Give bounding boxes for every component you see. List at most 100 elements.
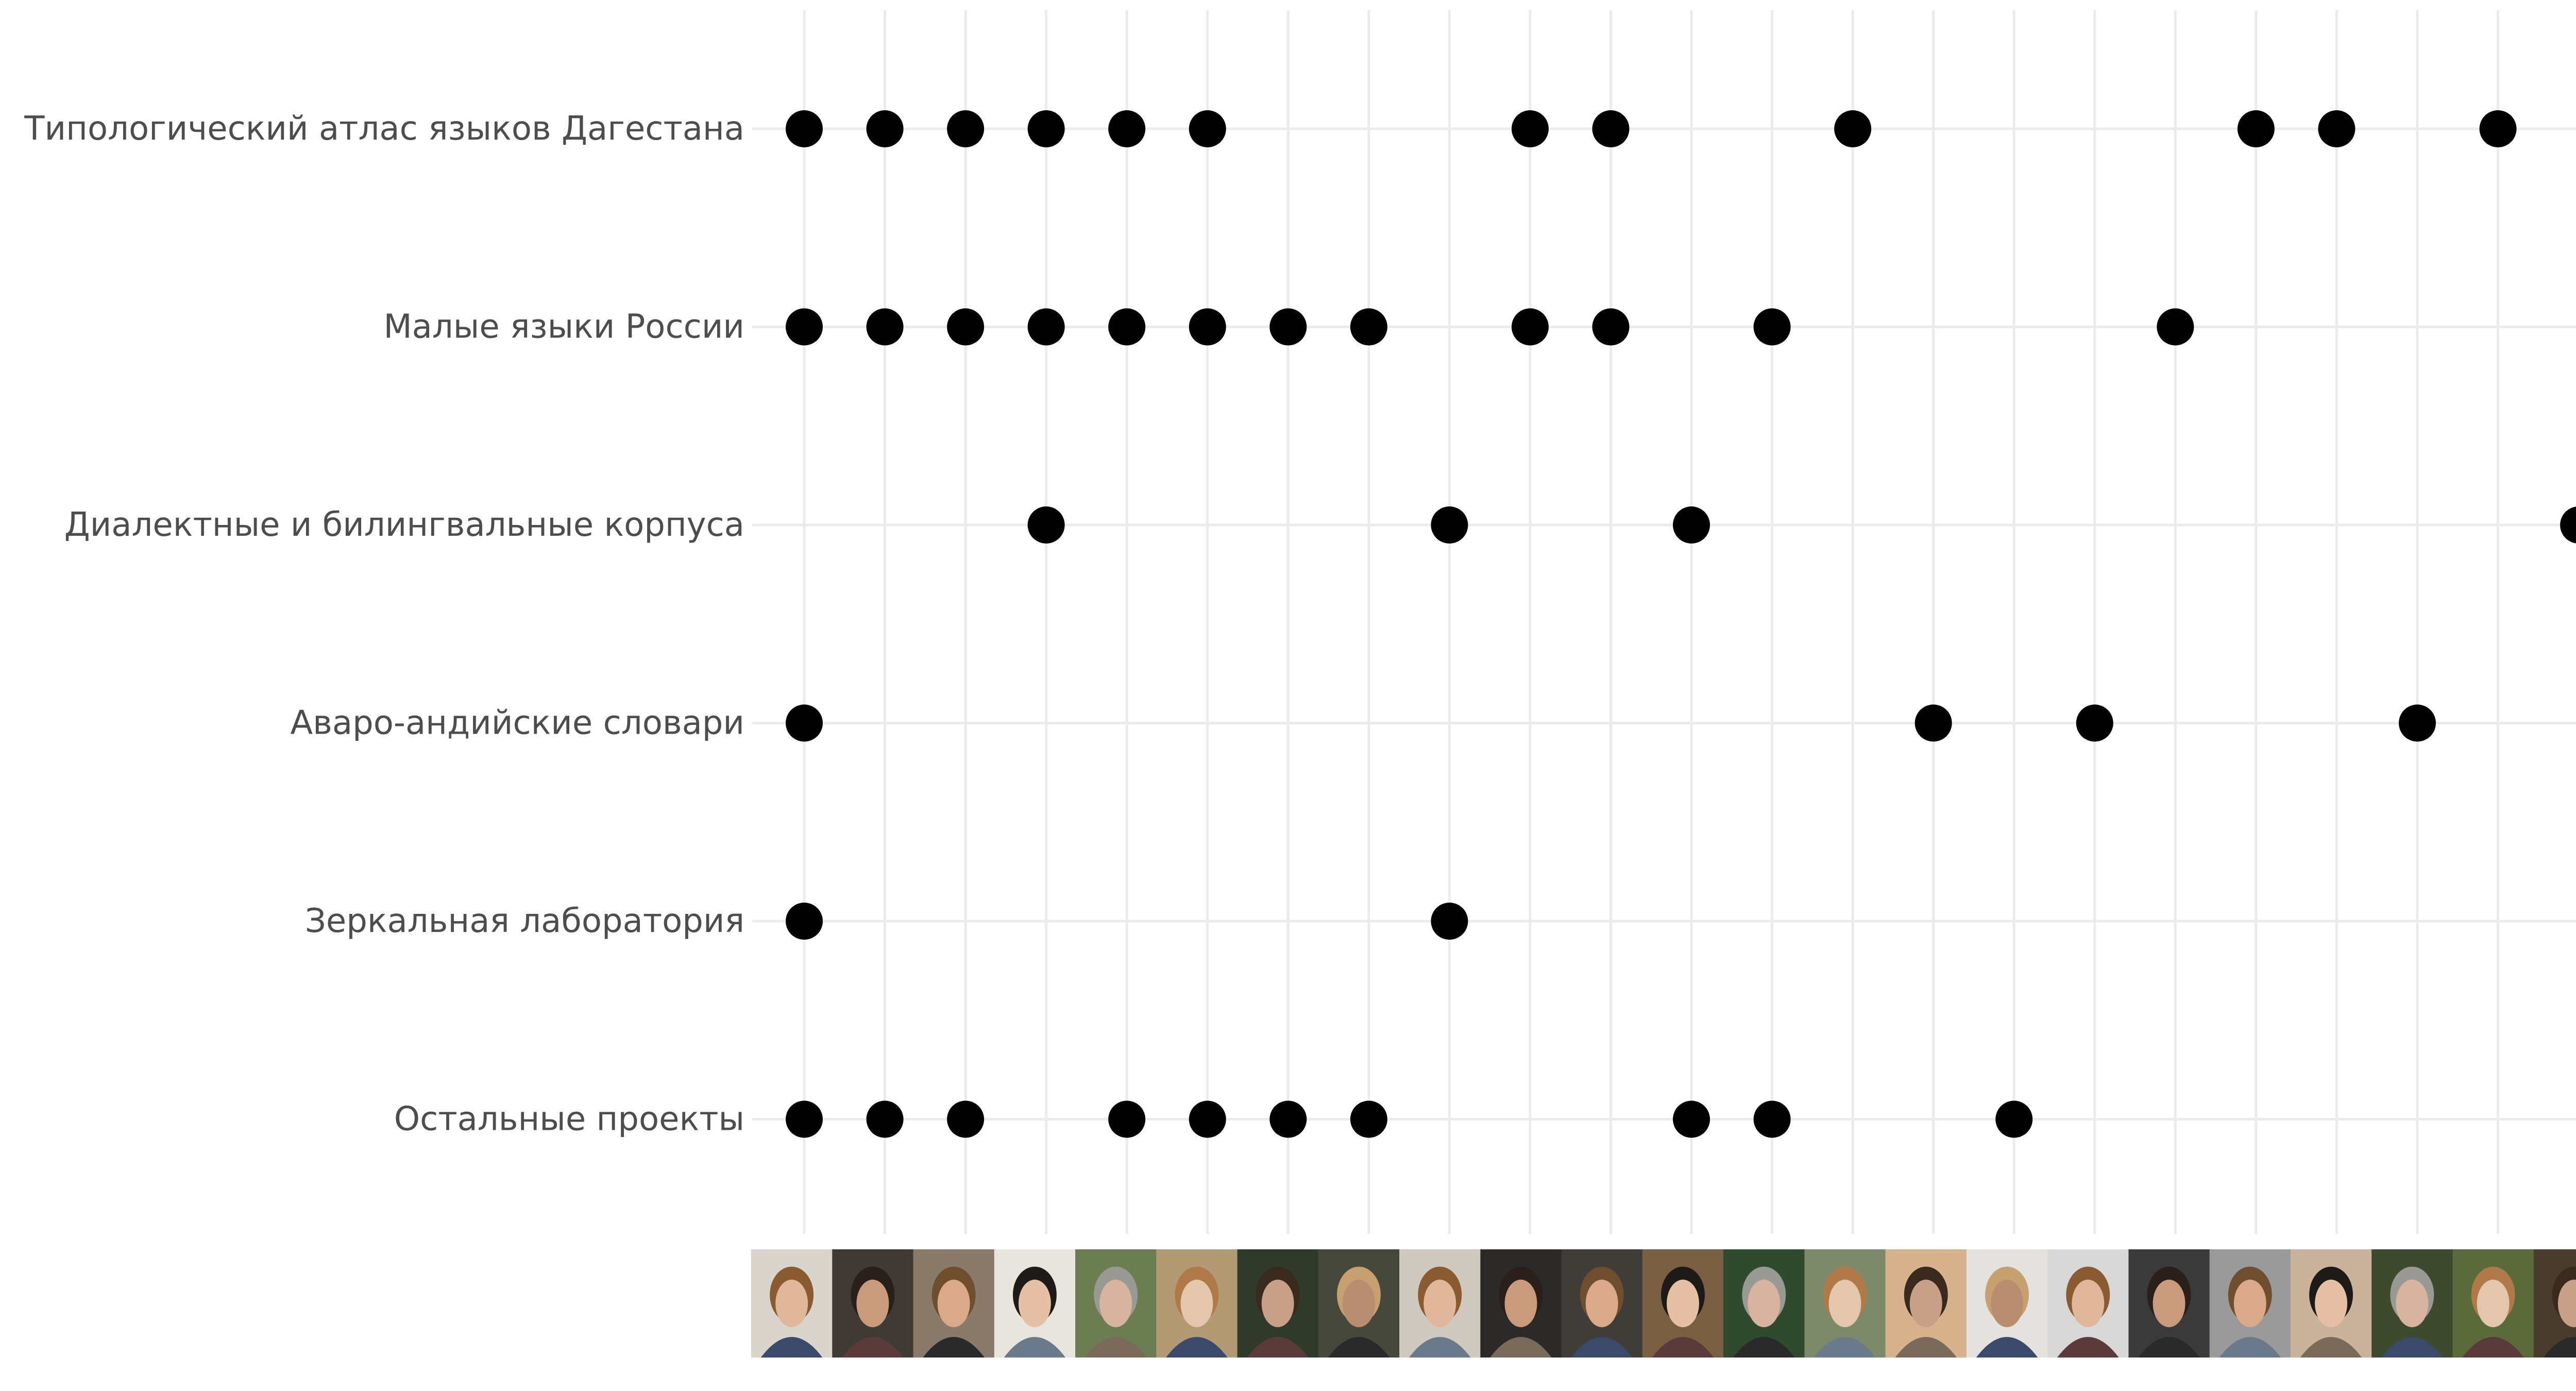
portrait-photo: [994, 1249, 1076, 1358]
face-shape: [1180, 1279, 1213, 1328]
data-point: [1027, 506, 1065, 544]
face-shape: [775, 1279, 808, 1328]
face-shape: [2396, 1279, 2429, 1328]
data-point: [2560, 506, 2576, 544]
data-point: [786, 308, 823, 346]
portrait-photo: [2533, 1249, 2576, 1358]
dot-matrix-chart: Типологический атлас языков Дагестана Мал…: [24, 10, 2576, 1358]
portrait-photo: [1966, 1249, 2048, 1358]
data-point: [1431, 903, 1468, 940]
data-point: [947, 308, 985, 346]
data-point: [1269, 1100, 1307, 1138]
y-tick-label: Остальные проекты: [394, 1100, 744, 1139]
face-shape: [1585, 1279, 1618, 1328]
face-shape: [1909, 1279, 1942, 1328]
face-shape: [1748, 1279, 1781, 1328]
portrait-photo: [1804, 1249, 1886, 1358]
x-axis-portrait-strip: [751, 1249, 2576, 1358]
data-point: [1431, 506, 1468, 544]
data-point: [2157, 308, 2194, 346]
face-shape: [937, 1279, 970, 1328]
portrait-photo: [2047, 1249, 2129, 1358]
data-point: [1189, 110, 1226, 147]
data-point: [1673, 1100, 1710, 1138]
data-point: [1511, 110, 1549, 147]
face-shape: [1991, 1279, 2023, 1328]
data-point: [2399, 704, 2436, 742]
y-tick-label: Диалектные и билингвальные корпуса: [64, 506, 744, 544]
face-shape: [2153, 1279, 2185, 1328]
data-point: [1753, 308, 1791, 346]
y-tick-label: Аваро-андийские словари: [290, 704, 744, 742]
data-point: [1108, 110, 1146, 147]
data-point: [2479, 110, 2517, 147]
portrait-photo: [913, 1249, 995, 1358]
face-shape: [1343, 1279, 1375, 1328]
data-point: [1753, 1100, 1791, 1138]
portrait-photo: [832, 1249, 914, 1358]
data-point: [2318, 110, 2355, 147]
data-point: [1027, 308, 1065, 346]
face-shape: [2477, 1279, 2510, 1328]
face-shape: [1261, 1279, 1294, 1328]
portrait-photo: [1561, 1249, 1643, 1358]
portrait-photo: [1237, 1249, 1319, 1358]
data-point: [786, 903, 823, 940]
face-shape: [1018, 1279, 1051, 1328]
portrait-photo: [1318, 1249, 1400, 1358]
data-point: [1108, 308, 1146, 346]
data-point: [1511, 308, 1549, 346]
face-shape: [1504, 1279, 1537, 1328]
y-axis-labels: Типологический атлас языков Дагестана Мал…: [24, 110, 744, 1139]
face-shape: [856, 1279, 889, 1328]
face-shape: [1828, 1279, 1861, 1328]
portrait-photo: [1885, 1249, 1967, 1358]
data-point: [1995, 1100, 2033, 1138]
y-tick-label: Зеркальная лаборатория: [305, 902, 744, 940]
data-point: [1592, 308, 1630, 346]
portrait-photo: [1723, 1249, 1805, 1358]
data-point: [1350, 1100, 1387, 1138]
data-point: [866, 308, 904, 346]
data-point: [1027, 110, 1065, 147]
portrait-photo: [2128, 1249, 2210, 1358]
data-point: [786, 1100, 823, 1138]
data-point: [947, 1100, 985, 1138]
data-point: [786, 704, 823, 742]
grid-lines: [752, 10, 2576, 1234]
portrait-photo: [751, 1249, 833, 1358]
face-shape: [2072, 1279, 2105, 1328]
data-point: [2076, 704, 2113, 742]
data-points: [786, 110, 2576, 1138]
portrait-photo: [2209, 1249, 2291, 1358]
data-point: [1269, 308, 1307, 346]
portrait-photo: [2290, 1249, 2372, 1358]
portrait-photo: [1480, 1249, 1562, 1358]
face-shape: [1423, 1279, 1456, 1328]
data-point: [1108, 1100, 1146, 1138]
data-point: [1673, 506, 1710, 544]
face-shape: [2315, 1279, 2348, 1328]
data-point: [1189, 1100, 1226, 1138]
data-point: [1592, 110, 1630, 147]
data-point: [1189, 308, 1226, 346]
y-tick-label: Малые языки России: [383, 308, 744, 346]
data-point: [1350, 308, 1387, 346]
data-point: [1834, 110, 1872, 147]
y-tick-label: Типологический атлас языков Дагестана: [24, 110, 744, 148]
data-point: [2237, 110, 2275, 147]
data-point: [1914, 704, 1952, 742]
data-point: [947, 110, 985, 147]
portrait-photo: [2452, 1249, 2534, 1358]
data-point: [866, 110, 904, 147]
data-point: [866, 1100, 904, 1138]
data-point: [786, 110, 823, 147]
face-shape: [2233, 1279, 2266, 1328]
portrait-photo: [1642, 1249, 1724, 1358]
face-shape: [1667, 1279, 1699, 1328]
portrait-photo: [2371, 1249, 2453, 1358]
portrait-photo: [1075, 1249, 1157, 1358]
portrait-photo: [1399, 1249, 1481, 1358]
face-shape: [1099, 1279, 1132, 1328]
portrait-photo: [1156, 1249, 1238, 1358]
